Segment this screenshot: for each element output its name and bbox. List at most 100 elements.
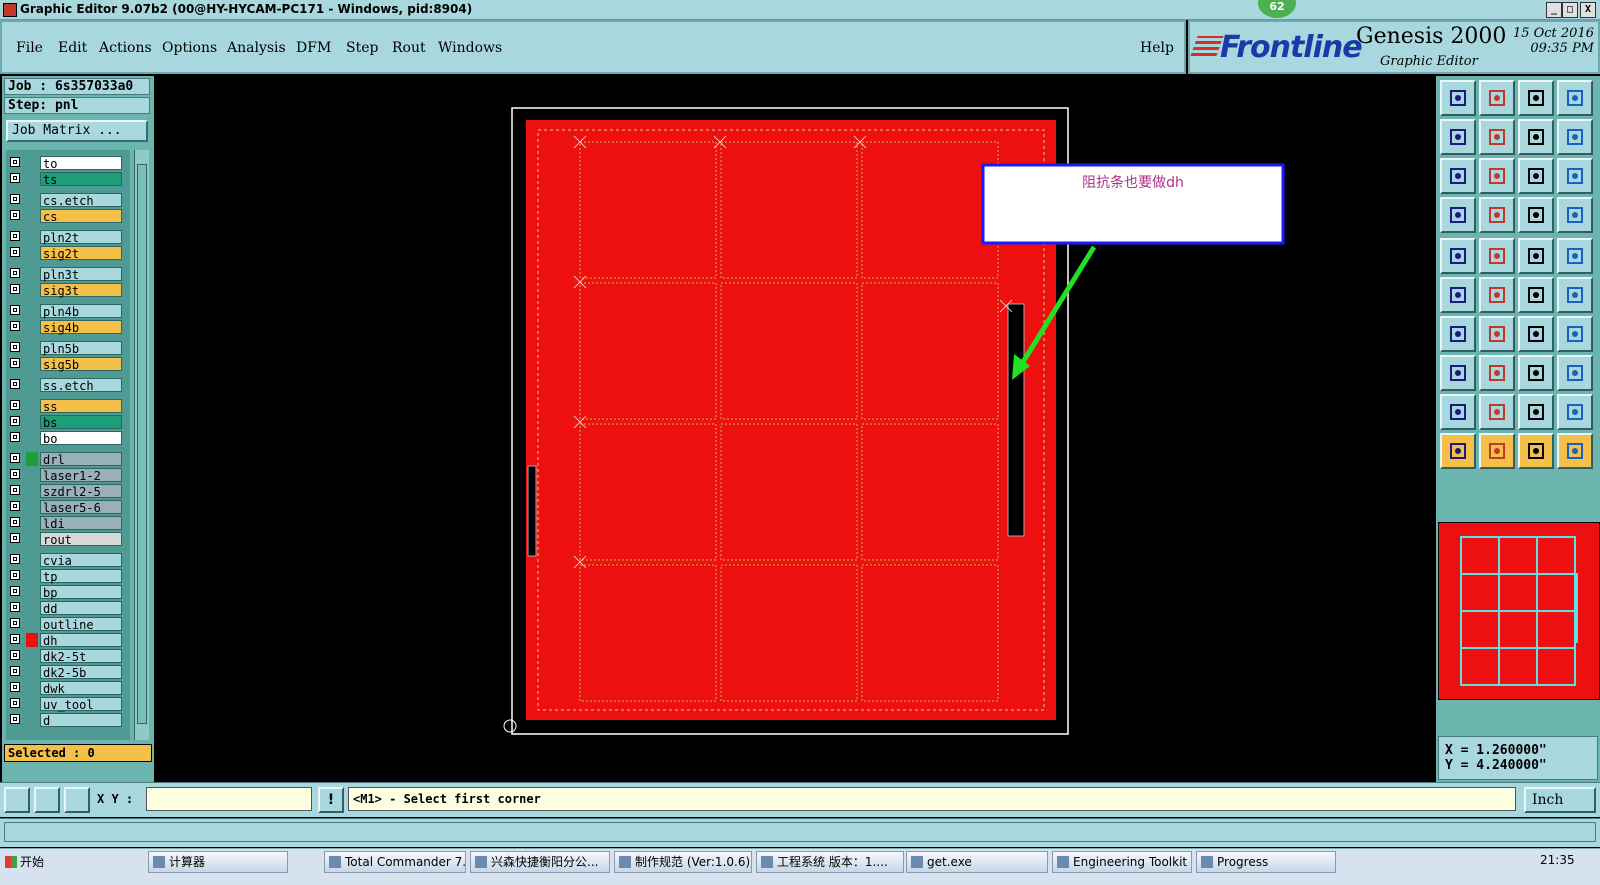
layer-row-szdrl2-5[interactable]: szdrl2-5	[6, 484, 130, 499]
layer-checkbox[interactable]	[10, 379, 20, 389]
layer-name[interactable]: pln4b	[40, 304, 122, 319]
menu-analysis[interactable]: Analysis	[227, 40, 286, 56]
layer-row-cvia[interactable]: cvia	[6, 553, 130, 568]
layer-checkbox[interactable]	[10, 157, 20, 167]
layer-checkbox[interactable]	[10, 173, 20, 183]
trace-icon[interactable]	[1479, 355, 1515, 391]
layer-name[interactable]: pln3t	[40, 267, 122, 282]
layer-name[interactable]: ss	[40, 399, 122, 414]
layer-checkbox[interactable]	[10, 358, 20, 368]
layer-row-dd[interactable]: dd	[6, 601, 130, 616]
layer-name[interactable]: dwk	[40, 681, 122, 696]
group-icon[interactable]	[1557, 355, 1593, 391]
layer-name[interactable]: cvia	[40, 553, 122, 568]
layer-row-dh[interactable]: dh	[6, 633, 130, 648]
scrollbar-thumb[interactable]	[137, 164, 147, 724]
layer-name[interactable]: bp	[40, 585, 122, 600]
layer-name[interactable]: outline	[40, 617, 122, 632]
layer-row-ldi[interactable]: ldi	[6, 516, 130, 531]
layer-row-cs[interactable]: cs	[6, 209, 130, 224]
layer-name[interactable]: sig4b	[40, 320, 122, 335]
taskbar-item[interactable]: get.exe	[906, 851, 1048, 873]
layer-checkbox[interactable]	[10, 284, 20, 294]
layer-row-drl[interactable]: drl	[6, 452, 130, 467]
layer-checkbox[interactable]	[10, 453, 20, 463]
maximize-button[interactable]: □	[1562, 2, 1578, 18]
layer-checkbox[interactable]	[10, 247, 20, 257]
layer-name[interactable]: uv_tool	[40, 697, 122, 712]
layer-row-laser5-6[interactable]: laser5-6	[6, 500, 130, 515]
layer-name[interactable]: pln5b	[40, 341, 122, 356]
taskbar-item[interactable]: Engineering Toolkit 9....	[1052, 851, 1192, 873]
layer-scrollbar[interactable]	[134, 150, 149, 740]
layer-row-to[interactable]: to	[6, 156, 130, 171]
menu-step[interactable]: Step	[346, 40, 378, 56]
layer-checkbox[interactable]	[10, 469, 20, 479]
layer-checkbox[interactable]	[10, 698, 20, 708]
close-button[interactable]: X	[1580, 2, 1596, 18]
layer-checkbox[interactable]	[10, 321, 20, 331]
layer-checkbox[interactable]	[10, 714, 20, 724]
layer-toggle-icon[interactable]	[1518, 197, 1554, 233]
layer-name[interactable]: dk2-5t	[40, 649, 122, 664]
job-matrix-button[interactable]: Job Matrix ...	[6, 120, 148, 142]
layer-row-cs.etch[interactable]: cs.etch	[6, 193, 130, 208]
layer-name[interactable]: sig5b	[40, 357, 122, 372]
layer-name[interactable]: ldi	[40, 516, 122, 531]
layer-name[interactable]: ts	[40, 172, 122, 187]
menu-options[interactable]: Options	[162, 40, 217, 56]
window-icon[interactable]	[1557, 80, 1593, 116]
help-icon[interactable]	[1557, 158, 1593, 194]
unit-selector[interactable]: Inch	[1524, 787, 1596, 813]
layer-name[interactable]: sig2t	[40, 246, 122, 261]
layer-row-pln4b[interactable]: pln4b	[6, 304, 130, 319]
frame-icon[interactable]	[1557, 316, 1593, 352]
left-icon[interactable]	[1440, 119, 1476, 155]
pointer-circle-icon[interactable]	[1518, 433, 1554, 469]
layer-checkbox[interactable]	[10, 650, 20, 660]
layer-checkbox[interactable]	[10, 634, 20, 644]
layer-name[interactable]: dk2-5b	[40, 665, 122, 680]
xy-input[interactable]	[146, 787, 312, 811]
layer-name[interactable]: szdrl2-5	[40, 484, 122, 499]
node-icon[interactable]	[1440, 355, 1476, 391]
taskbar-item[interactable]: Total Commander 7.0...	[324, 851, 466, 873]
arc-select-icon[interactable]	[1557, 394, 1593, 430]
zoom-in-icon[interactable]	[1479, 158, 1515, 194]
layer-row-uv_tool[interactable]: uv_tool	[6, 697, 130, 712]
scale-icon[interactable]	[1518, 158, 1554, 194]
overview-map[interactable]	[1438, 522, 1600, 700]
grid-icon[interactable]	[64, 787, 90, 813]
resize-icon[interactable]	[1518, 355, 1554, 391]
menu-windows[interactable]: Windows	[438, 40, 502, 56]
layer-row-ts[interactable]: ts	[6, 172, 130, 187]
layer-name[interactable]: cs.etch	[40, 193, 122, 208]
layer-row-pln3t[interactable]: pln3t	[6, 267, 130, 282]
layer-checkbox[interactable]	[10, 268, 20, 278]
layer-name[interactable]: sig3t	[40, 283, 122, 298]
layer-checkbox[interactable]	[10, 666, 20, 676]
redo-icon[interactable]	[1557, 119, 1593, 155]
layer-checkbox[interactable]	[10, 602, 20, 612]
layer-row-bs[interactable]: bs	[6, 415, 130, 430]
layer-name[interactable]: laser1-2	[40, 468, 122, 483]
undo-icon[interactable]	[1518, 119, 1554, 155]
layer-checkbox[interactable]	[10, 485, 20, 495]
layer-name[interactable]: dh	[40, 633, 122, 648]
layer-checkbox[interactable]	[10, 554, 20, 564]
layer-name[interactable]: drl	[40, 452, 122, 467]
layer-row-bo[interactable]: bo	[6, 431, 130, 446]
move-icon[interactable]	[1440, 80, 1476, 116]
triangle-up-icon[interactable]	[1479, 394, 1515, 430]
layer-row-dk2-5t[interactable]: dk2-5t	[6, 649, 130, 664]
layer-checkbox[interactable]	[10, 618, 20, 628]
layer-checkbox[interactable]	[10, 194, 20, 204]
minimize-button[interactable]: _	[1546, 2, 1562, 18]
layer-name[interactable]: bo	[40, 431, 122, 446]
start-button[interactable]: 开始	[2, 851, 50, 873]
layer-row-pln5b[interactable]: pln5b	[6, 341, 130, 356]
layer-checkbox[interactable]	[10, 517, 20, 527]
layer-row-sig3t[interactable]: sig3t	[6, 283, 130, 298]
layer-row-tp[interactable]: tp	[6, 569, 130, 584]
layer-row-rout[interactable]: rout	[6, 532, 130, 547]
